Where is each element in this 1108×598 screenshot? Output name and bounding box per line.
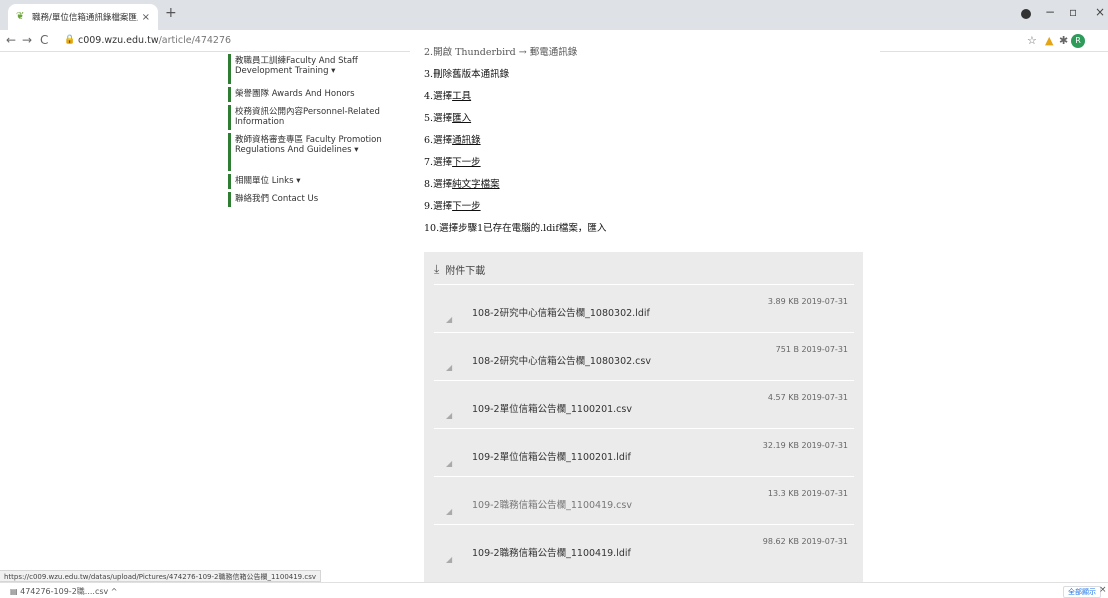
attachment-item[interactable]: ◢ 108-2研究中心信箱公告欄_1080302.csv 751 B 2019-… (434, 332, 854, 380)
attachment-heading: ⤓ 附件下載 (434, 262, 485, 277)
step-5: 5.選擇匯入 (424, 110, 471, 124)
step-6-prefix: 6.選擇 (424, 135, 453, 146)
url-path: /article/474276 (158, 35, 232, 46)
attachment-meta: 98.62 KB 2019-07-31 (762, 537, 848, 546)
attachment-meta: 4.57 KB 2019-07-31 (767, 393, 848, 402)
show-all-downloads-button[interactable]: 全部顯示 (1063, 586, 1101, 598)
sidebar-item-contact[interactable]: 聯絡我們 Contact Us (228, 192, 390, 207)
sidebar-item-awards[interactable]: 榮譽團隊 Awards And Honors (228, 87, 390, 102)
download-item[interactable]: ▤ 474276-109-2職....csv ^ (10, 586, 118, 597)
attachment-link[interactable]: 108-2研究中心信箱公告欄_1080302.csv (472, 353, 651, 367)
attachment-heading-label: 附件下載 (445, 266, 486, 277)
step-9: 9.選擇下一步 (424, 198, 481, 212)
back-button[interactable]: ← (6, 33, 16, 47)
step-10: 10.選擇步驟1已存在電腦的.ldif檔案，匯入 (424, 223, 607, 234)
sidebar-item-training[interactable]: 教職員工訓練Faculty And Staff Development Trai… (228, 54, 390, 84)
file-icon: ◢ (446, 315, 453, 324)
browser-tab[interactable]: ❦ 職務/單位信箱通訊錄檔案匯入步 × (8, 4, 158, 30)
reload-button[interactable]: C (40, 33, 48, 47)
step-8-prefix: 8.選擇 (424, 179, 453, 190)
file-icon: ◢ (446, 507, 453, 516)
step-6-target: 通訊錄 (452, 135, 481, 146)
attachment-meta: 13.3 KB 2019-07-31 (767, 489, 848, 498)
attachment-meta: 751 B 2019-07-31 (775, 345, 848, 354)
step-5-target: 匯入 (452, 113, 472, 124)
forward-button[interactable]: → (22, 33, 32, 47)
download-shelf: ▤ 474276-109-2職....csv ^ 全部顯示 × (0, 582, 1108, 598)
step-2: 2.開啟 Thunderbird → 郵電通訊錄 (424, 47, 578, 58)
download-file-icon: ▤ (10, 587, 21, 596)
download-shelf-close-button[interactable]: × (1099, 585, 1107, 595)
minimize-button[interactable]: − (1045, 5, 1055, 19)
step-9-prefix: 9.選擇 (424, 201, 453, 212)
tab-close-icon[interactable]: × (142, 12, 150, 23)
article-content: 2.開啟 Thunderbird → 郵電通訊錄 3.刪除舊版本通訊錄 4.選擇… (410, 47, 880, 583)
window-close-button[interactable]: × (1095, 5, 1105, 19)
attachment-link[interactable]: 109-2單位信箱公告欄_1100201.ldif (472, 449, 631, 463)
sidebar-item-faculty-promotion[interactable]: 教師資格審查專區 Faculty Promotion Regulations A… (228, 133, 390, 171)
attachment-item[interactable]: ◢ 108-2研究中心信箱公告欄_1080302.ldif 3.89 KB 20… (434, 284, 854, 332)
sidebar-menu: 教職員工訓練Faculty And Staff Development Trai… (228, 54, 390, 210)
attachment-item[interactable]: ◢ 109-2職務信箱公告欄_1100419.ldif 98.62 KB 201… (434, 524, 854, 572)
attachment-link[interactable]: 109-2職務信箱公告欄_1100419.csv (472, 497, 632, 511)
step-7: 7.選擇下一步 (424, 154, 481, 168)
link-status-bar: https://c009.wzu.edu.tw/datas/upload/Pic… (0, 570, 322, 582)
bookmark-star-icon[interactable]: ☆ (1027, 34, 1037, 47)
tab-strip: ❦ 職務/單位信箱通訊錄檔案匯入步 × + − ▫ × (0, 0, 1108, 30)
url-host: c009.wzu.edu.tw (78, 35, 159, 46)
step-8: 8.選擇純文字檔案 (424, 176, 500, 190)
attachment-meta: 3.89 KB 2019-07-31 (767, 297, 848, 306)
attachment-item[interactable]: ◢ 109-2單位信箱公告欄_1100201.csv 4.57 KB 2019-… (434, 380, 854, 428)
profile-avatar[interactable]: R (1071, 34, 1085, 48)
file-icon: ◢ (446, 411, 453, 420)
step-4: 4.選擇工具 (424, 88, 471, 102)
attachment-link[interactable]: 108-2研究中心信箱公告欄_1080302.ldif (472, 305, 650, 319)
step-4-prefix: 4.選擇 (424, 91, 453, 102)
attachment-link[interactable]: 109-2單位信箱公告欄_1100201.csv (472, 401, 632, 415)
url-field[interactable]: c009.wzu.edu.tw/article/474276 (78, 35, 231, 46)
step-3: 3.刪除舊版本通訊錄 (424, 69, 510, 80)
download-file-label: 474276-109-2職....csv ^ (20, 587, 118, 596)
sidebar-item-personnel-info[interactable]: 校務資訊公開內容Personnel-Related Information (228, 105, 390, 130)
attachment-item[interactable]: ◢ 109-2單位信箱公告欄_1100201.ldif 32.19 KB 201… (434, 428, 854, 476)
site-favicon-icon: ❦ (16, 11, 25, 22)
sidebar-item-links[interactable]: 相關單位 Links ▾ (228, 174, 390, 189)
step-5-prefix: 5.選擇 (424, 113, 453, 124)
step-4-target: 工具 (452, 91, 472, 102)
record-icon[interactable] (1021, 9, 1031, 19)
maximize-button[interactable]: ▫ (1069, 5, 1077, 19)
step-7-target: 下一步 (452, 157, 481, 168)
file-icon: ◢ (446, 363, 453, 372)
file-icon: ◢ (446, 459, 453, 468)
attachment-panel: ⤓ 附件下載 ◢ 108-2研究中心信箱公告欄_1080302.ldif 3.8… (424, 252, 863, 583)
download-icon: ⤓ (434, 262, 440, 276)
new-tab-button[interactable]: + (165, 5, 177, 21)
lock-icon[interactable]: 🔒 (64, 35, 75, 45)
step-8-target: 純文字檔案 (452, 179, 500, 190)
extensions-puzzle-icon[interactable]: ✱ (1059, 34, 1068, 47)
step-6: 6.選擇通訊錄 (424, 132, 481, 146)
attachment-meta: 32.19 KB 2019-07-31 (762, 441, 848, 450)
attachment-item[interactable]: ◢ 109-2職務信箱公告欄_1100419.csv 13.3 KB 2019-… (434, 476, 854, 524)
step-9-target: 下一步 (452, 201, 481, 212)
attachment-link[interactable]: 109-2職務信箱公告欄_1100419.ldif (472, 545, 631, 559)
tab-title: 職務/單位信箱通訊錄檔案匯入步 (32, 13, 138, 23)
drive-extension-icon[interactable]: ▲ (1045, 34, 1053, 47)
file-icon: ◢ (446, 555, 453, 564)
step-7-prefix: 7.選擇 (424, 157, 453, 168)
